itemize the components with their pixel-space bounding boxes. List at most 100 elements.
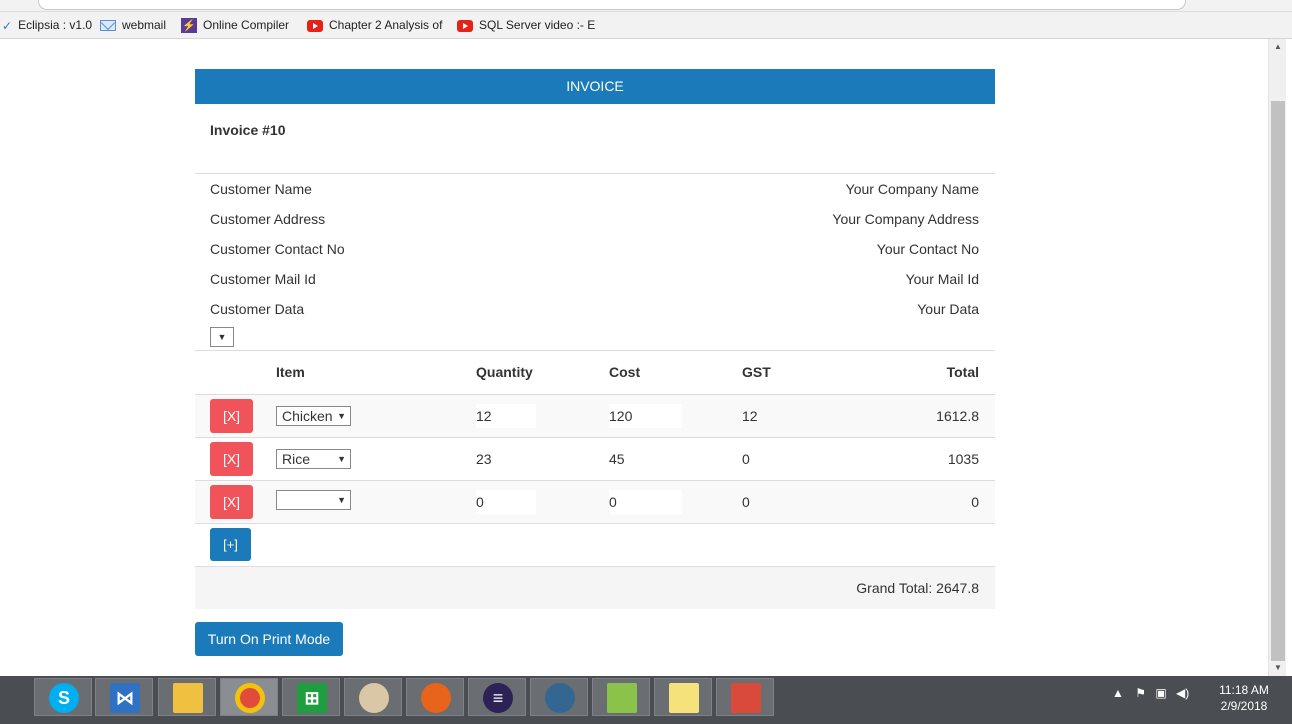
gst-value: 0 [742,480,892,524]
cost-input[interactable]: 120 [609,403,682,428]
firefox-taskbar-button[interactable] [406,678,464,716]
total-value: 0 [892,480,995,524]
sticky-notes-icon [669,683,699,713]
header-actions [195,351,276,395]
bolt-icon: ⚡ [181,17,197,33]
invoice-header: INVOICE [195,69,995,104]
item-select[interactable]: ▼ [276,490,351,510]
cost-value[interactable]: 45 [609,437,742,481]
youtube-icon [307,19,323,32]
skype-icon: S [49,683,79,713]
delete-row-button[interactable]: [X] [210,441,253,476]
chrome-taskbar-button[interactable] [220,678,278,716]
company-mail[interactable]: Your Mail Id [906,264,979,294]
item-select-value: Chicken [282,407,333,424]
scroll-thumb[interactable] [1271,101,1285,661]
clock-time: 11:18 AM [1219,683,1269,697]
file-explorer-icon [173,683,203,713]
notepad-plus-icon [607,683,637,713]
customer-contact[interactable]: Customer Contact No [210,234,345,264]
notepad-plus-taskbar-button[interactable] [592,678,650,716]
delete-row-button[interactable]: [X] [210,484,253,519]
visual-studio-icon: ⋈ [110,683,140,713]
bookmark-eclipsia[interactable]: ✓ Eclipsia : v1.0 [2,17,92,33]
invoice-number: Invoice #10 [195,104,995,174]
scroll-up-arrow-icon[interactable]: ▲ [1269,39,1287,55]
total-value: 1035 [892,437,995,481]
bookmark-sql-server[interactable]: SQL Server video :- E [457,17,595,33]
paint-icon [359,683,389,713]
app-taskbar-button[interactable] [716,678,774,716]
header-cost: Cost [609,351,742,395]
delete-row-button[interactable]: [X] [210,398,253,433]
company-name[interactable]: Your Company Name [846,174,979,204]
postgresql-taskbar-button[interactable] [530,678,588,716]
clock-date: 2/9/2018 [1220,699,1268,713]
sticky-notes-taskbar-button[interactable] [654,678,712,716]
cost-input[interactable]: 0 [609,489,682,514]
print-mode-button[interactable]: Turn On Print Mode [195,622,343,656]
paint-taskbar-button[interactable] [344,678,402,716]
parties-section: Customer Name Customer Address Customer … [195,174,995,351]
items-table: Item Quantity Cost GST Total [X] Chicken… [195,351,995,567]
customer-data[interactable]: Customer Data [210,294,304,324]
table-row: [X] ▼ 0 0 0 0 [195,480,995,524]
company-address[interactable]: Your Company Address [832,204,979,234]
bookmark-label: Online Compiler [203,18,290,32]
eclipse-icon: ≡ [483,683,513,713]
customer-address[interactable]: Customer Address [210,204,325,234]
app-icon [731,683,761,713]
gst-value: 0 [742,437,892,481]
firefox-icon [421,683,451,713]
header-item: Item [276,351,476,395]
system-tray[interactable]: ▲ ⚑ ▣ ◀) [1112,686,1189,700]
volume-icon[interactable]: ◀) [1176,686,1189,700]
company-data[interactable]: Your Data [917,294,979,324]
customer-name[interactable]: Customer Name [210,174,312,204]
header-quantity: Quantity [476,351,609,395]
invoice-panel: INVOICE Invoice #10 Customer Name Custom… [195,69,995,609]
bookmarks-bar: ✓ Eclipsia : v1.0 webmail ⚡ Online Compile… [0,12,1292,39]
customer-mail[interactable]: Customer Mail Id [210,264,316,294]
mail-icon [100,20,116,32]
item-select[interactable]: Rice ▼ [276,448,351,469]
taskbar-clock[interactable]: 11:18 AM 2/9/2018 [1212,682,1276,714]
check-icon: ✓ [2,18,13,33]
store-icon: ⊞ [297,683,327,713]
bookmark-online-compiler[interactable]: ⚡ Online Compiler [181,17,289,33]
quantity-value[interactable]: 23 [476,437,609,481]
eclipse-taskbar-button[interactable]: ≡ [468,678,526,716]
flag-icon[interactable]: ⚑ [1135,686,1146,700]
grand-total: Grand Total: 2647.8 [195,566,995,609]
bookmark-chapter-2[interactable]: Chapter 2 Analysis of [307,17,443,33]
visual-studio-taskbar-button[interactable]: ⋈ [95,678,153,716]
scroll-down-arrow-icon[interactable]: ▼ [1269,660,1287,676]
customer-select-dropdown[interactable]: ▼ [210,327,234,347]
vertical-scrollbar[interactable]: ▲ ▼ [1268,39,1286,676]
add-row-button[interactable]: [+] [210,528,251,561]
add-row: [+] [195,523,995,567]
quantity-input[interactable]: 0 [476,489,536,514]
quantity-input[interactable]: 12 [476,403,536,428]
browser-toolbar [0,0,1292,12]
item-select[interactable]: Chicken ▼ [276,405,351,426]
bookmark-label: Eclipsia : v1.0 [18,18,93,32]
header-gst: GST [742,351,892,395]
header-total: Total [892,351,995,395]
table-header-row: Item Quantity Cost GST Total [195,351,995,395]
store-taskbar-button[interactable]: ⊞ [282,678,340,716]
file-explorer-taskbar-button[interactable] [158,678,216,716]
skype-taskbar-button[interactable]: S [34,678,92,716]
bookmark-webmail[interactable]: webmail [100,17,166,33]
chevron-up-icon[interactable]: ▲ [1112,686,1124,700]
chevron-down-icon: ▼ [337,410,346,421]
chevron-down-icon: ▼ [337,495,346,505]
address-bar[interactable] [38,0,1186,10]
network-icon[interactable]: ▣ [1155,686,1166,700]
item-select-value: Rice [282,450,311,467]
company-contact[interactable]: Your Contact No [877,234,979,264]
table-row: [X] Chicken ▼ 12 120 12 1612.8 [195,394,995,438]
chevron-down-icon: ▼ [217,332,227,342]
youtube-icon [457,19,473,32]
bookmark-label: Chapter 2 Analysis of [329,18,443,32]
